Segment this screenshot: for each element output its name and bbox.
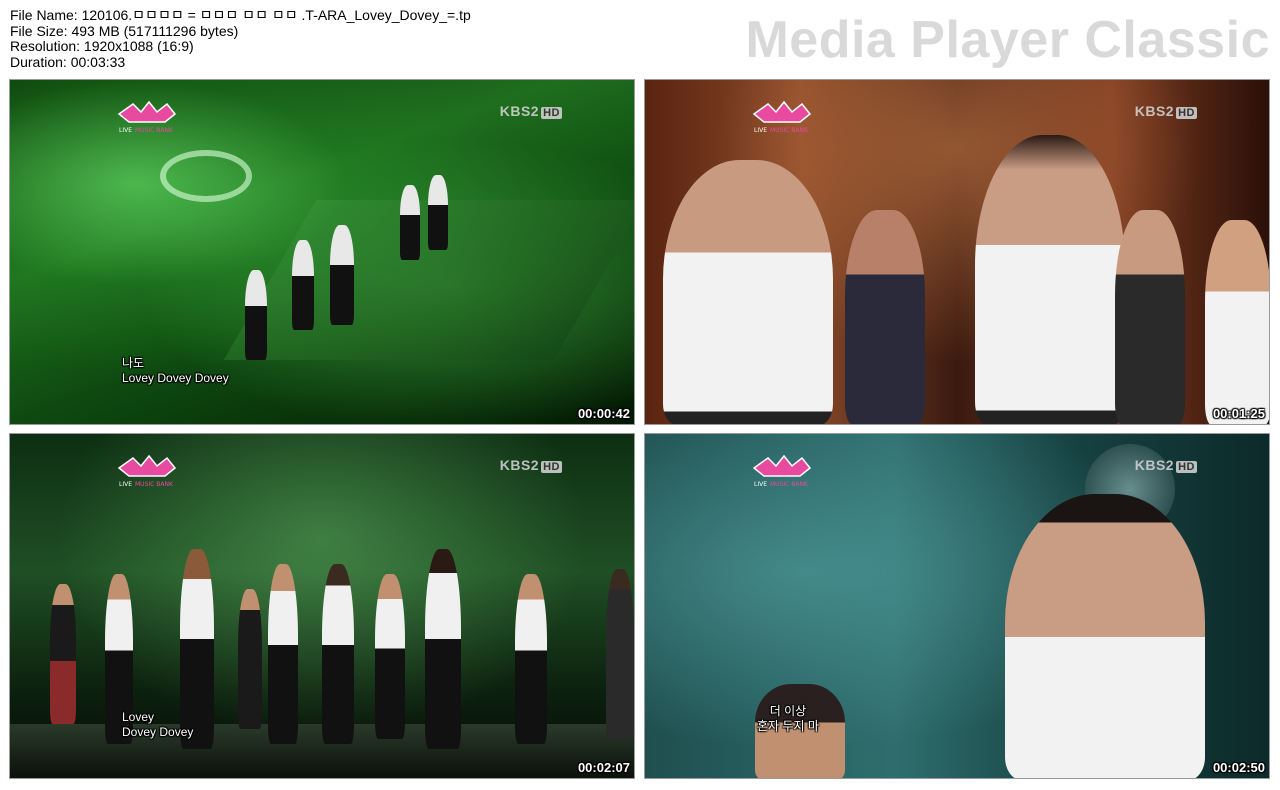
performer — [663, 160, 833, 424]
stage-ring-light — [160, 150, 252, 202]
file-name: File Name: 120106.ㅁㅁㅁㅁ = ㅁㅁㅁ ㅁㅁ ㅁㅁ .T-AR… — [10, 7, 471, 23]
timestamp: 00:00:42 — [577, 406, 630, 421]
performer — [322, 564, 354, 744]
hd-badge: HD — [541, 461, 562, 473]
performer — [238, 589, 262, 729]
logo-text: LIVE — [119, 481, 132, 488]
file-size: File Size: 493 MB (517111296 bytes) — [10, 22, 239, 39]
channel-name: KBS2 — [499, 103, 540, 119]
performer — [1115, 210, 1185, 424]
logo-text: LIVE — [119, 127, 132, 134]
hd-badge: HD — [541, 107, 562, 119]
subtitle-line: 나도 — [122, 356, 145, 370]
performer — [606, 569, 634, 739]
hd-badge: HD — [1176, 461, 1197, 473]
channel-watermark: KBS2 HD — [1135, 103, 1197, 119]
logo-text: LIVE — [754, 481, 767, 488]
performer — [400, 185, 420, 260]
subtitle-line: 혼자 두지 마 — [757, 719, 819, 733]
channel-watermark: KBS2 HD — [1135, 457, 1197, 473]
performer — [375, 574, 405, 739]
hd-badge: HD — [1176, 107, 1197, 119]
performer — [845, 210, 925, 424]
resolution: Resolution: 1920x1088 (16:9) — [10, 38, 194, 54]
channel-watermark: KBS2 HD — [500, 103, 562, 119]
timestamp: 00:01:25 — [1212, 406, 1265, 421]
subtitle-line: Dovey Dovey — [122, 725, 194, 739]
music-bank-logo: LIVE MUSIC BANK — [750, 454, 814, 490]
performer — [428, 175, 448, 250]
media-player-classic-logo: Media Player Classic — [745, 11, 1270, 69]
channel-name: KBS2 — [1134, 457, 1175, 473]
performer — [292, 240, 314, 330]
channel-watermark: KBS2 HD — [500, 457, 562, 473]
subtitle: 더 이상 혼자 두지 마 — [757, 704, 819, 734]
subtitle-line: 더 이상 — [769, 704, 807, 718]
music-bank-logo: LIVE MUSIC BANK — [115, 454, 179, 490]
subtitle-line: Lovey Dovey Dovey — [122, 371, 229, 385]
subtitle-line: Lovey — [122, 710, 155, 724]
logo-text: MUSIC BANK — [135, 127, 174, 134]
video-thumbnail-1: LIVE MUSIC BANK KBS2 HD 나도 Lovey Dovey Dov… — [9, 79, 635, 425]
video-thumbnail-2: LIVE MUSIC BANK KBS2 HD 00:01:25 — [644, 79, 1270, 425]
logo-text: MUSIC BANK — [135, 481, 174, 488]
channel-name: KBS2 — [1134, 103, 1175, 119]
performer — [425, 549, 461, 749]
logo-text: MUSIC BANK — [770, 127, 809, 134]
music-bank-logo: LIVE MUSIC BANK — [750, 100, 814, 136]
logo-text: LIVE — [754, 127, 767, 134]
performer — [515, 574, 547, 744]
file-info: File Name: 120106.ㅁㅁㅁㅁ = ㅁㅁㅁ ㅁㅁ ㅁㅁ .T-AR… — [10, 7, 471, 70]
performer — [245, 270, 267, 360]
subtitle: Lovey Dovey Dovey — [122, 710, 193, 740]
video-thumbnail-4: LIVE MUSIC BANK KBS2 HD 더 이상 혼자 두지 마 00:02… — [644, 433, 1270, 779]
performer — [50, 584, 76, 724]
timestamp: 00:02:07 — [577, 760, 630, 775]
performer — [975, 135, 1125, 424]
timestamp: 00:02:50 — [1212, 760, 1265, 775]
performer — [1205, 220, 1269, 424]
logo-text: MUSIC BANK — [770, 481, 809, 488]
music-bank-logo: LIVE MUSIC BANK — [115, 100, 179, 136]
video-thumbnail-3: LIVE MUSIC BANK KBS2 HD Lovey Dovey Dovey … — [9, 433, 635, 779]
channel-name: KBS2 — [499, 457, 540, 473]
performer — [330, 225, 354, 325]
performer — [268, 564, 298, 744]
subtitle: 나도 Lovey Dovey Dovey — [122, 356, 229, 386]
performer — [1005, 494, 1205, 778]
duration: Duration: 00:03:33 — [10, 53, 126, 70]
